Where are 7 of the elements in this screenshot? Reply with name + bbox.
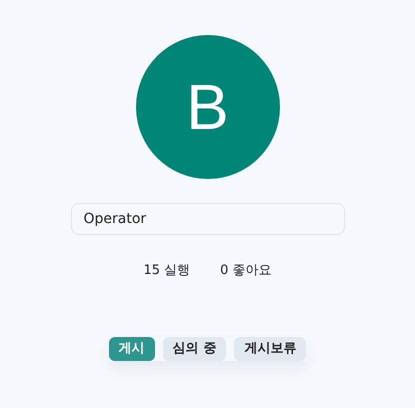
name-field[interactable]: Operator <box>70 203 344 235</box>
stat-label: 0 좋아요 <box>220 262 272 280</box>
filter-tab[interactable]: 게시 <box>108 336 155 360</box>
filter-tab[interactable]: 심의 중 <box>162 336 226 360</box>
stat-label: 15 실행 <box>143 262 190 280</box>
filter-tab[interactable]: 게시보류 <box>234 336 306 360</box>
avatar: B <box>136 35 280 179</box>
